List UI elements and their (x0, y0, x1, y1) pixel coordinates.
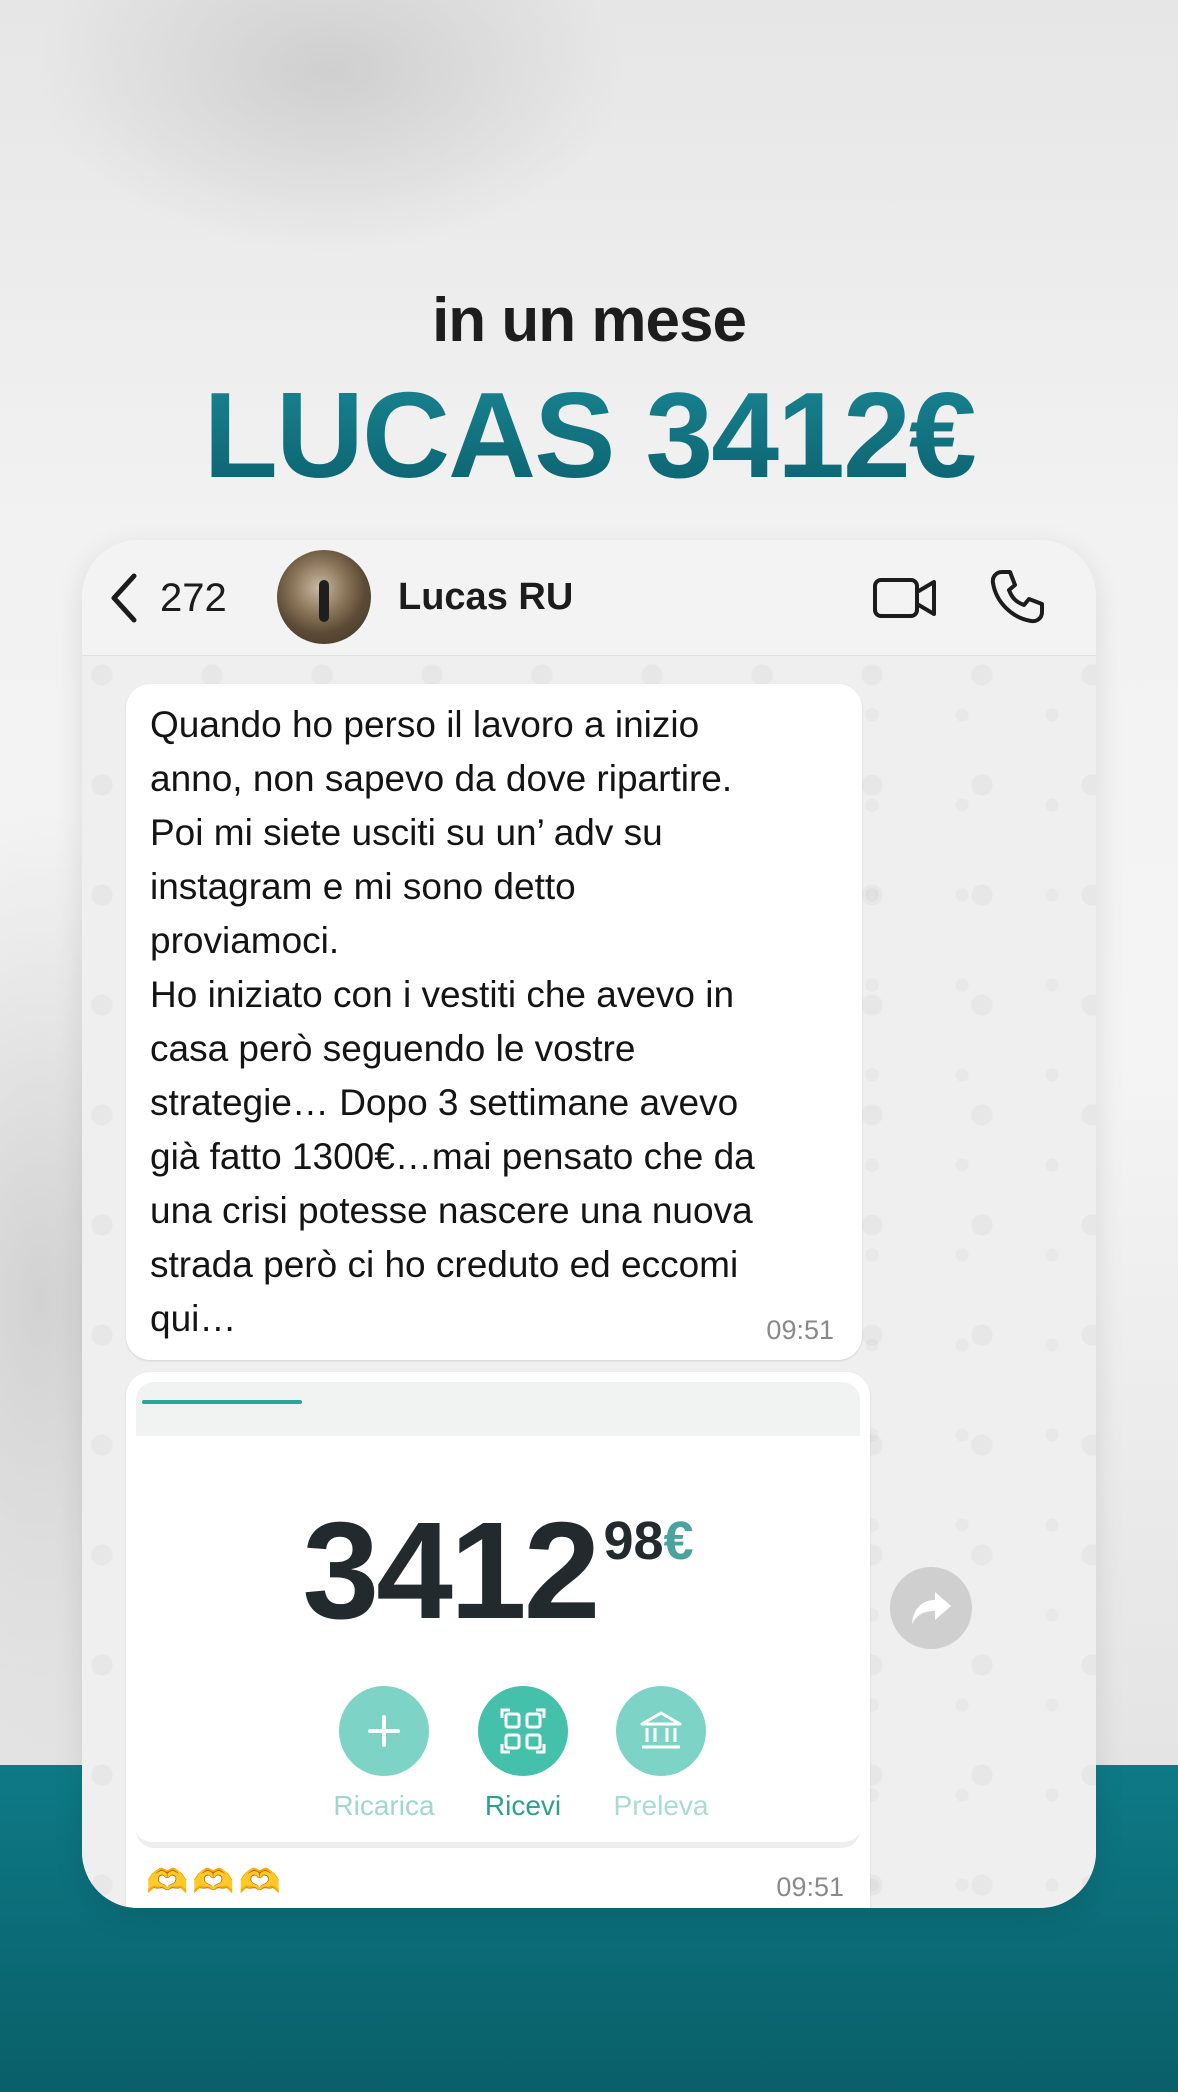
voice-call-button[interactable] (988, 568, 1046, 626)
message-time: 09:51 (766, 1315, 834, 1345)
action-preleva: Preleva (586, 1686, 736, 1822)
contact-name[interactable]: Lucas RU (398, 576, 573, 619)
chevron-left-icon (111, 573, 137, 623)
balance-amount: 3412 (302, 1494, 600, 1648)
action-ricevi: Ricevi (448, 1686, 598, 1822)
wallet-tab-indicator (142, 1400, 302, 1404)
image-message-bubble[interactable]: 3412 98€ Ricarica Ricevi Preleva 🫶🫶🫶 09:… (126, 1372, 870, 1908)
balance-cents: 98 (603, 1511, 664, 1571)
plus-icon (339, 1686, 429, 1776)
back-button[interactable] (104, 570, 144, 626)
wallet-tab-bar (136, 1382, 860, 1436)
qr-code-icon (478, 1686, 568, 1776)
unread-count[interactable]: 272 (160, 576, 227, 621)
wallet-screenshot: 3412 98€ Ricarica Ricevi Preleva (136, 1382, 860, 1848)
balance-currency: € (663, 1511, 694, 1571)
headline-title: LUCAS 3412€ (0, 365, 1178, 505)
forward-button[interactable] (890, 1567, 972, 1649)
message-text: Quando ho perso il lavoro a inizio anno,… (150, 704, 755, 1339)
action-ricarica-label: Ricarica (333, 1790, 435, 1821)
message-bubble[interactable]: Quando ho perso il lavoro a inizio anno,… (126, 684, 862, 1360)
action-ricevi-label: Ricevi (484, 1790, 562, 1821)
message-time: 09:51 (776, 1872, 844, 1902)
video-call-icon (873, 578, 936, 618)
video-call-button[interactable] (872, 574, 938, 622)
headline-subtitle: in un mese (432, 286, 747, 355)
wallet-balance: 3412 98€ (136, 1492, 860, 1651)
chat-screenshot: 272 Lucas RU Quando ho perso il lavoro a… (82, 540, 1096, 1908)
heart-hands-emoji: 🫶🫶🫶 (146, 1863, 286, 1901)
avatar[interactable] (277, 550, 371, 644)
phone-icon (990, 570, 1044, 624)
forward-icon (912, 1592, 951, 1624)
action-preleva-label: Preleva (613, 1790, 709, 1821)
action-ricarica: Ricarica (309, 1686, 459, 1822)
bank-icon (616, 1686, 706, 1776)
chat-header: 272 Lucas RU (82, 540, 1096, 656)
